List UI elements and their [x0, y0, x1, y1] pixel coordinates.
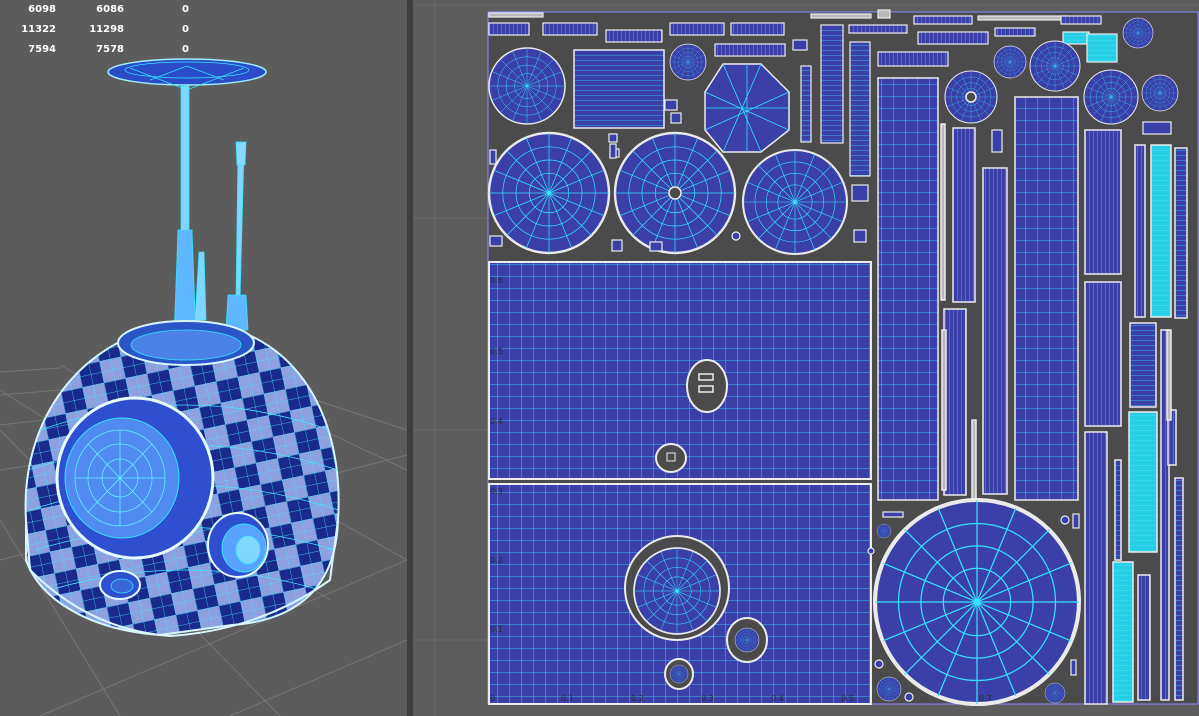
dome-mesh — [24, 320, 340, 638]
v-label: 0.6 — [490, 276, 503, 285]
u-label: 0 — [490, 694, 495, 703]
u-label: 0.2 — [631, 694, 644, 703]
u-label: 0.1 — [561, 694, 574, 703]
v-label: 0.5 — [490, 347, 503, 356]
v-label: 0.3 — [490, 487, 503, 496]
u-label: 0.4 — [771, 694, 784, 703]
u-label: 0.5 — [841, 694, 854, 703]
maya-workspace: 6098 6086 0 11322 11298 0 7594 7578 0 0.… — [0, 0, 1199, 716]
scene-render[interactable] — [0, 0, 407, 716]
uv-shell-panel-upper — [488, 261, 872, 480]
uv-canvas[interactable]: 0.6 0.5 0.4 0.3 0.2 0.1 0 0.1 0.2 0.3 0.… — [413, 0, 1199, 716]
perspective-viewport[interactable]: 6098 6086 0 11322 11298 0 7594 7578 0 — [0, 0, 407, 716]
v-label: 0.2 — [490, 556, 503, 565]
u-label: 0.7 — [979, 694, 992, 703]
v-label: 0.4 — [490, 417, 503, 426]
v-label: 0.1 — [490, 625, 503, 634]
u-label: 0.3 — [701, 694, 714, 703]
uv-shell-panel-lower — [488, 483, 872, 705]
uv-editor-panel[interactable]: 0.6 0.5 0.4 0.3 0.2 0.1 0 0.1 0.2 0.3 0.… — [413, 0, 1199, 716]
antenna-group — [107, 58, 267, 347]
